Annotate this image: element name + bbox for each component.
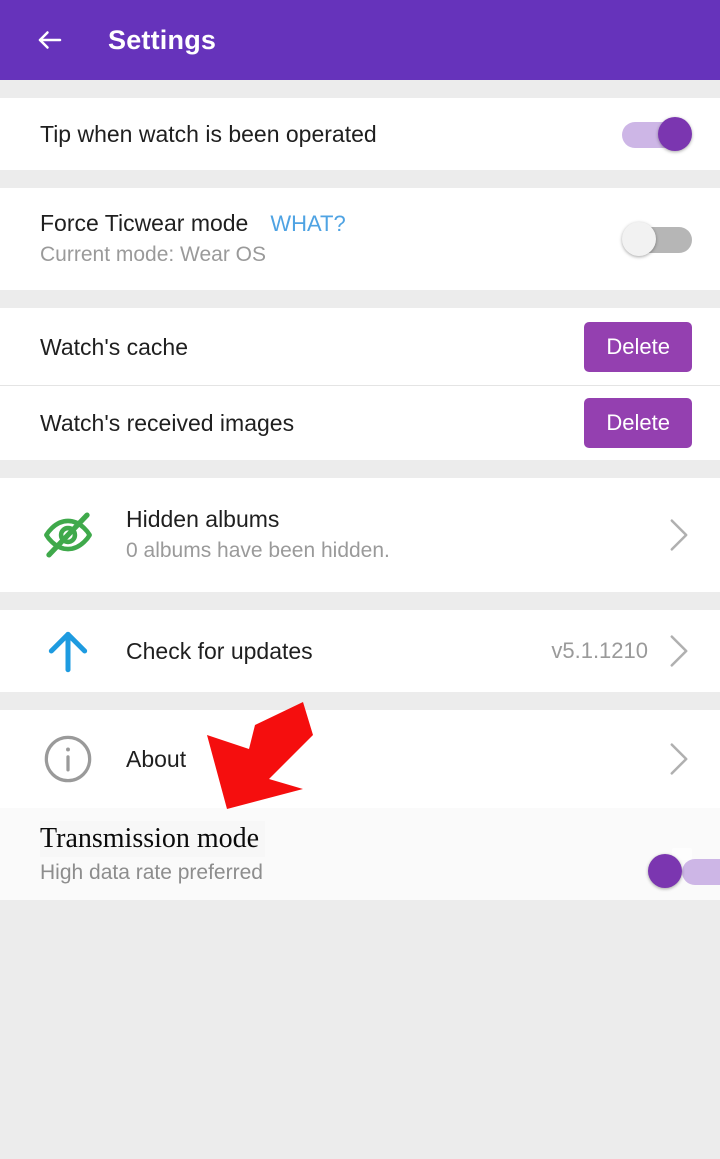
tip-toggle[interactable] [622, 117, 692, 151]
row-texts: Watch's received images [40, 408, 584, 438]
row-texts: Watch's cache [40, 332, 584, 362]
group-separator [0, 80, 720, 98]
app-bar: Settings [0, 0, 720, 80]
group-separator [0, 592, 720, 610]
back-arrow-icon [35, 25, 65, 55]
row-hidden-albums[interactable]: Hidden albums 0 albums have been hidden. [0, 478, 720, 592]
row-texts: Tip when watch is been operated [40, 119, 622, 149]
empty-page-area [0, 900, 720, 1159]
row-title: Watch's received images [40, 410, 295, 436]
info-circle-icon [40, 731, 96, 787]
group-hidden-albums: Hidden albums 0 albums have been hidden. [0, 478, 720, 592]
group-separator [0, 170, 720, 188]
row-title: Watch's cache [40, 333, 188, 360]
chevron-right-icon[interactable] [666, 633, 692, 669]
delete-watch-cache-button[interactable]: Delete [584, 321, 692, 372]
group-tip: Tip when watch is been operated [0, 98, 720, 170]
toggle-thumb [622, 222, 656, 256]
row-check-for-updates[interactable]: Check for updates v5.1.1210 [0, 610, 720, 692]
row-subtitle: 0 albums have been hidden. [126, 539, 390, 562]
row-subtitle: Current mode: Wear OS [40, 243, 267, 266]
row-about[interactable]: About [0, 710, 720, 808]
toggle-thumb [648, 854, 682, 888]
app-version-value: v5.1.1210 [551, 638, 648, 663]
row-texts: About [126, 744, 666, 774]
group-separator [0, 290, 720, 308]
row-texts: Check for updates [126, 636, 551, 666]
group-force-ticwear: Force Ticwear mode WHAT? Current mode: W… [0, 188, 720, 290]
group-check-updates: Check for updates v5.1.1210 [0, 610, 720, 692]
group-separator [0, 460, 720, 478]
what-link[interactable]: WHAT? [270, 211, 345, 237]
row-texts: Hidden albums 0 albums have been hidden. [126, 504, 666, 566]
chevron-right-icon[interactable] [666, 741, 692, 777]
back-button[interactable] [28, 18, 72, 62]
transmission-toggle-wrap [648, 848, 720, 888]
row-subtitle: High data rate preferred [40, 860, 263, 884]
toggle-thumb [658, 117, 692, 151]
row-title: Force Ticwear mode [40, 210, 249, 236]
chevron-right-icon[interactable] [666, 517, 692, 553]
row-title: Hidden albums [126, 506, 280, 532]
arrow-up-icon [40, 623, 96, 679]
row-watch-received-images: Watch's received images Delete [0, 385, 720, 460]
page-title: Settings [108, 24, 217, 55]
row-title: Transmission mode [40, 820, 266, 857]
group-storage: Watch's cache Delete Watch's received im… [0, 308, 720, 460]
row-title-line: Force Ticwear mode WHAT? [40, 208, 622, 238]
row-title: Check for updates [126, 638, 313, 664]
row-tip-when-operated[interactable]: Tip when watch is been operated [0, 98, 720, 170]
row-texts: Force Ticwear mode WHAT? Current mode: W… [40, 208, 622, 270]
row-texts: Transmission mode High data rate preferr… [40, 820, 672, 888]
group-about: About Transmission mode High data rate p… [0, 710, 720, 900]
row-title: Tip when watch is been operated [40, 121, 377, 147]
settings-screen: Settings Tip when watch is been operated… [0, 0, 720, 1159]
force-ticwear-toggle[interactable] [622, 222, 692, 256]
row-watch-cache: Watch's cache Delete [0, 308, 720, 385]
row-force-ticwear-mode[interactable]: Force Ticwear mode WHAT? Current mode: W… [0, 188, 720, 290]
toggle-track [682, 859, 720, 885]
row-transmission-mode[interactable]: Transmission mode High data rate preferr… [0, 808, 720, 900]
delete-received-images-button[interactable]: Delete [584, 398, 692, 448]
group-separator [0, 692, 720, 710]
row-title: About [126, 746, 187, 772]
eye-off-icon [40, 507, 96, 563]
